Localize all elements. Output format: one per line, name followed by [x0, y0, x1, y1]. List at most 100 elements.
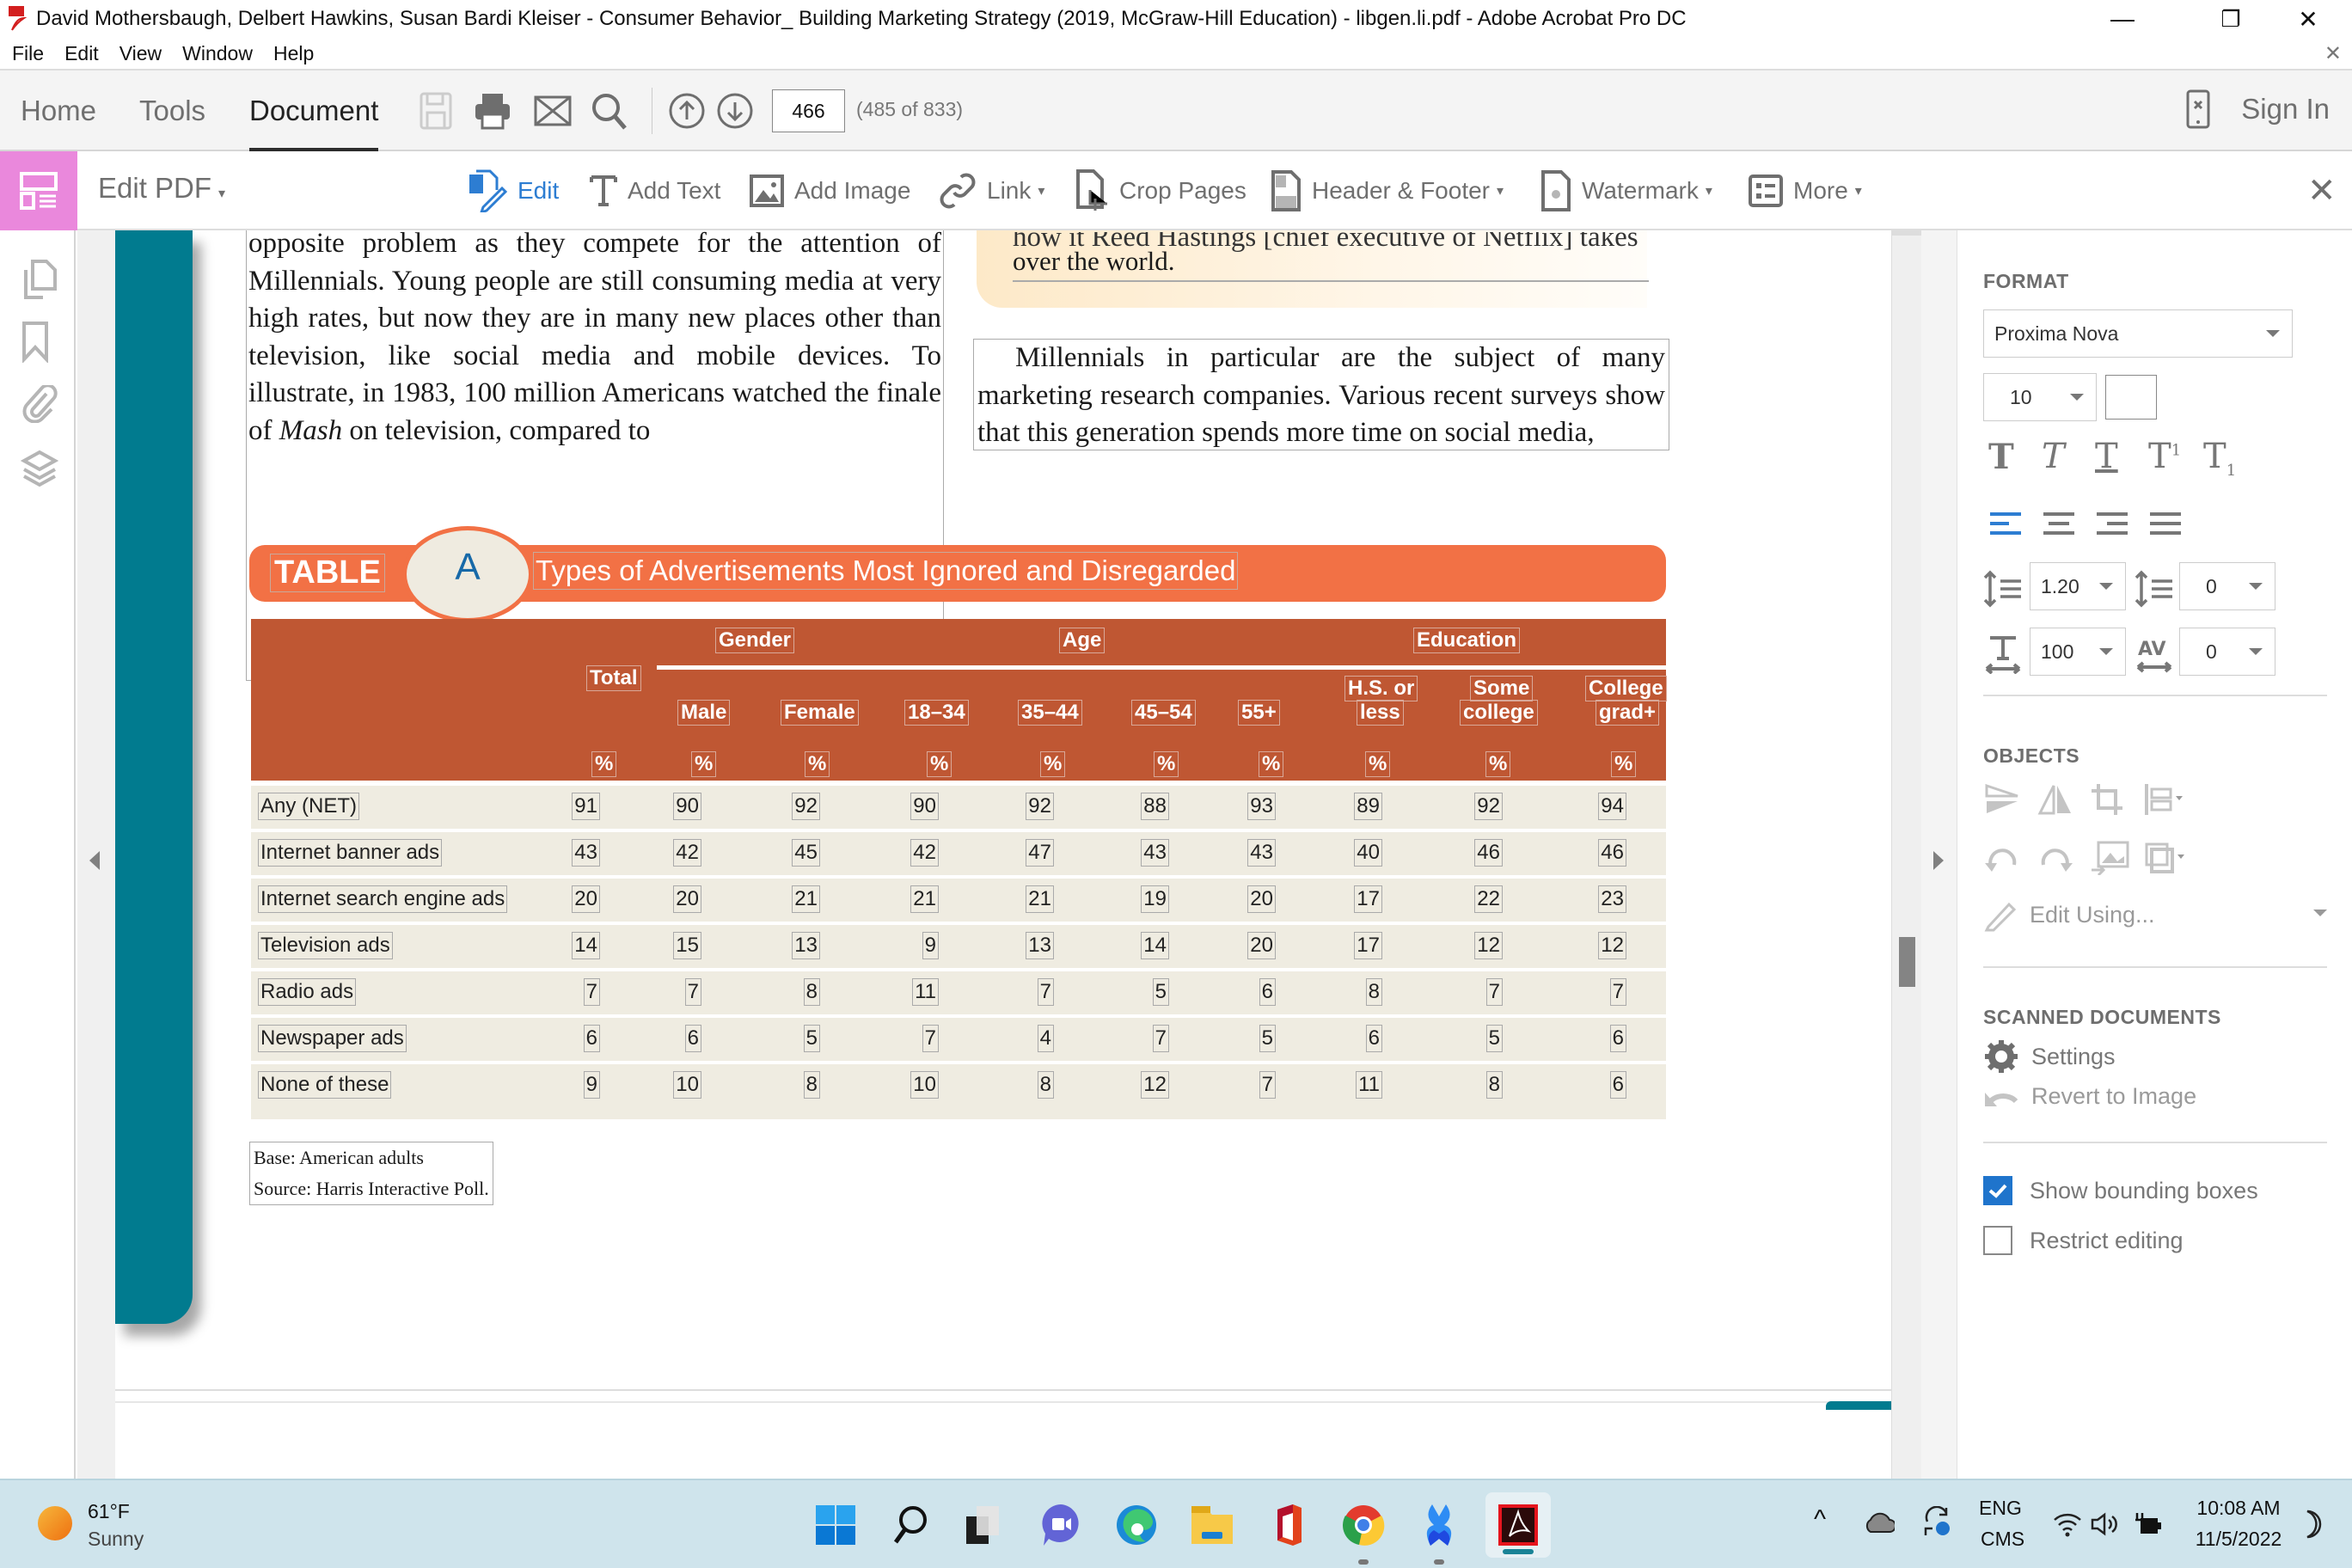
table-cell[interactable]: 10	[910, 1071, 939, 1099]
col-hs-line2[interactable]: less	[1357, 700, 1404, 726]
rotate-counterclockwise-icon[interactable]	[1983, 841, 2021, 879]
group-education[interactable]: Education	[1413, 628, 1521, 653]
table-cell[interactable]: 43	[572, 839, 600, 867]
weather-desc[interactable]: Sunny	[88, 1525, 144, 1553]
table-cell[interactable]: 8	[1365, 978, 1382, 1006]
table-cell[interactable]: 12	[1474, 932, 1503, 959]
unit-male[interactable]: %	[691, 751, 717, 777]
close-edit-toolbar-button[interactable]: ✕	[2307, 151, 2337, 230]
col-college-grad-line2[interactable]: grad+	[1596, 700, 1660, 726]
table-cell[interactable]: 90	[910, 793, 939, 820]
justify-icon[interactable]	[2148, 511, 2183, 541]
table-cell[interactable]: 6	[684, 1025, 701, 1052]
scrollbar-thumb[interactable]	[1899, 937, 1915, 987]
menu-edit[interactable]: Edit	[64, 42, 99, 65]
flip-horizontal-icon[interactable]	[2037, 782, 2074, 821]
unit-college-grad[interactable]: %	[1611, 751, 1637, 777]
row-label[interactable]: None of these	[258, 1071, 392, 1099]
edge-browser-button[interactable]	[1111, 1499, 1162, 1551]
header-footer-button[interactable]: Header & Footer ▾	[1271, 151, 1504, 230]
table-cell[interactable]: 43	[1141, 839, 1169, 867]
row-label[interactable]: Newspaper ads	[258, 1025, 407, 1052]
col-college-grad-line1[interactable]: College	[1585, 676, 1667, 701]
line-spacing-select[interactable]: 1.20	[2030, 562, 2126, 610]
table-letter[interactable]: A	[407, 546, 529, 589]
group-objects-icon[interactable]	[2143, 841, 2191, 879]
rotate-clockwise-icon[interactable]	[2037, 841, 2074, 879]
table-cell[interactable]: 46	[1474, 839, 1503, 867]
office-button[interactable]	[1262, 1499, 1314, 1551]
add-text-button[interactable]: Add Text	[590, 151, 720, 230]
email-icon[interactable]	[533, 91, 573, 131]
unit-18-34[interactable]: %	[927, 751, 952, 777]
chrome-button[interactable]	[1338, 1499, 1389, 1565]
sign-in-link[interactable]: Sign In	[2241, 93, 2330, 126]
row-label[interactable]: Any (NET)	[258, 793, 360, 820]
unit-female[interactable]: %	[805, 751, 830, 777]
clock-date[interactable]: 11/5/2022	[2187, 1525, 2290, 1553]
underline-icon[interactable]: T	[2095, 437, 2118, 476]
table-cell[interactable]: 88	[1141, 793, 1169, 820]
save-icon[interactable]	[416, 91, 456, 131]
minimize-button[interactable]: —	[2084, 0, 2161, 38]
next-page-icon[interactable]	[715, 91, 755, 131]
table-cell[interactable]: 23	[1598, 885, 1626, 913]
table-cell[interactable]: 93	[1247, 793, 1276, 820]
weather-temp[interactable]: 61°F	[88, 1498, 130, 1525]
table-cell[interactable]: 6	[1609, 1071, 1626, 1099]
table-cell[interactable]: 20	[572, 885, 600, 913]
paragraph-left[interactable]: opposite problem as they compete for the…	[246, 230, 944, 681]
previous-page-icon[interactable]	[667, 91, 707, 131]
table-cell[interactable]: 40	[1354, 839, 1382, 867]
table-cell[interactable]: 92	[1026, 793, 1054, 820]
show-bounding-boxes-checkbox[interactable]: Show bounding boxes	[1983, 1176, 2258, 1205]
table-cell[interactable]: 42	[910, 839, 939, 867]
attachments-icon[interactable]	[21, 383, 58, 426]
table-cell[interactable]: 9	[922, 932, 939, 959]
font-size-select[interactable]: 10	[1983, 373, 2097, 421]
col-55plus[interactable]: 55+	[1238, 700, 1280, 726]
row-label[interactable]: Internet banner ads	[258, 839, 443, 867]
flip-vertical-icon[interactable]	[1983, 782, 2021, 821]
table-cell[interactable]: 8	[1485, 1071, 1503, 1099]
table-cell[interactable]: 4	[1037, 1025, 1054, 1052]
focus-assist-moon-icon[interactable]	[2300, 1510, 2323, 1543]
unit-hs[interactable]: %	[1365, 751, 1391, 777]
table-cell[interactable]: 6	[1259, 978, 1276, 1006]
paragraph-spacing-select[interactable]: 0	[2179, 562, 2275, 610]
menu-window[interactable]: Window	[182, 42, 253, 65]
table-cell[interactable]: 7	[1609, 978, 1626, 1006]
table-cell[interactable]: 94	[1598, 793, 1626, 820]
col-45-54[interactable]: 45–54	[1131, 700, 1196, 726]
table-cell[interactable]: 20	[673, 885, 701, 913]
left-text-column[interactable]: opposite problem as they compete for the…	[246, 230, 944, 681]
table-cell[interactable]: 11	[1356, 1071, 1382, 1099]
weather-sun-icon[interactable]	[38, 1506, 72, 1540]
row-label[interactable]: Radio ads	[258, 978, 357, 1006]
unit-total[interactable]: %	[591, 751, 617, 777]
table-cell[interactable]: 8	[803, 978, 820, 1006]
checkbox-checked[interactable]	[1983, 1176, 2012, 1205]
link-button[interactable]: Link ▾	[939, 151, 1044, 230]
acrobat-taskbar-button[interactable]	[1485, 1492, 1551, 1558]
group-age[interactable]: Age	[1059, 628, 1106, 653]
paragraph-right[interactable]: Millennials in particular are the subjec…	[973, 339, 1669, 450]
edit-pdf-tool-icon[interactable]	[0, 151, 77, 230]
vertical-scrollbar[interactable]	[1891, 230, 1921, 1479]
table-cell[interactable]: 14	[572, 932, 600, 959]
battery-charging-icon[interactable]	[2134, 1511, 2163, 1541]
mobile-link-icon[interactable]	[2178, 89, 2218, 129]
wifi-icon[interactable]	[2053, 1511, 2082, 1541]
align-left-icon[interactable]	[1988, 511, 2023, 541]
col-18-34[interactable]: 18–34	[904, 700, 969, 726]
group-gender[interactable]: Gender	[715, 628, 795, 653]
search-icon[interactable]	[590, 91, 629, 131]
table-cell[interactable]: 7	[684, 978, 701, 1006]
italic-icon[interactable]: T	[2042, 437, 2065, 476]
restore-button[interactable]: ❐	[2192, 0, 2269, 38]
table-cell[interactable]: 7	[583, 978, 600, 1006]
table-cell[interactable]: 21	[792, 885, 820, 913]
table-cell[interactable]: 47	[1026, 839, 1054, 867]
table-cell[interactable]: 19	[1141, 885, 1169, 913]
arrange-objects-icon[interactable]	[2143, 782, 2191, 821]
